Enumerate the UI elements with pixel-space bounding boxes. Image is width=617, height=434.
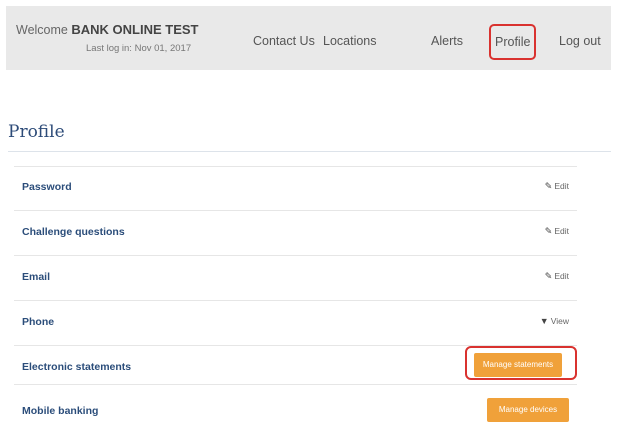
nav-alerts[interactable]: Alerts [431, 34, 463, 48]
last-login-text: Last log in: Nov 01, 2017 [86, 43, 192, 54]
row-label-phone: Phone [22, 316, 55, 328]
nav-profile[interactable]: Profile [489, 24, 537, 60]
edit-password-link[interactable]: ✎ Edit [545, 181, 569, 192]
view-phone-link[interactable]: ▼ View [540, 316, 569, 326]
view-label: View [550, 316, 569, 326]
row-label-challenge-questions: Challenge questions [22, 226, 125, 238]
row-label-email: Email [22, 271, 51, 283]
nav-contact-us[interactable]: Contact Us [253, 34, 315, 48]
highlight-annotation [465, 346, 577, 380]
edit-challenge-questions-link[interactable]: ✎ Edit [545, 226, 569, 237]
nav-locations[interactable]: Locations [323, 34, 377, 48]
title-divider [8, 151, 611, 152]
manage-devices-button[interactable]: Manage devices [487, 398, 569, 422]
edit-icon: ✎ [544, 271, 553, 281]
row-label-mobile-banking: Mobile banking [22, 405, 99, 417]
page-title: Profile [8, 122, 65, 142]
top-bar: Welcome BANK ONLINE TEST Last log in: No… [6, 6, 611, 70]
user-name: BANK ONLINE TEST [71, 22, 199, 37]
edit-icon: ✎ [544, 226, 553, 236]
row-label-electronic-statements: Electronic statements [22, 361, 132, 373]
edit-label: Edit [554, 271, 569, 281]
profile-row-phone: Phone ▼ View [14, 301, 577, 346]
profile-row-challenge-questions: Challenge questions ✎ Edit [14, 211, 577, 256]
edit-icon: ✎ [544, 181, 553, 191]
edit-label: Edit [554, 181, 569, 191]
welcome-message: Welcome BANK ONLINE TEST [16, 22, 198, 37]
chevron-down-icon: ▼ [539, 316, 549, 326]
profile-row-password: Password ✎ Edit [14, 166, 577, 211]
edit-label: Edit [554, 226, 569, 236]
row-label-password: Password [22, 181, 72, 193]
profile-row-email: Email ✎ Edit [14, 256, 577, 301]
edit-email-link[interactable]: ✎ Edit [545, 271, 569, 282]
welcome-prefix: Welcome [16, 23, 68, 37]
nav-log-out[interactable]: Log out [559, 34, 601, 48]
